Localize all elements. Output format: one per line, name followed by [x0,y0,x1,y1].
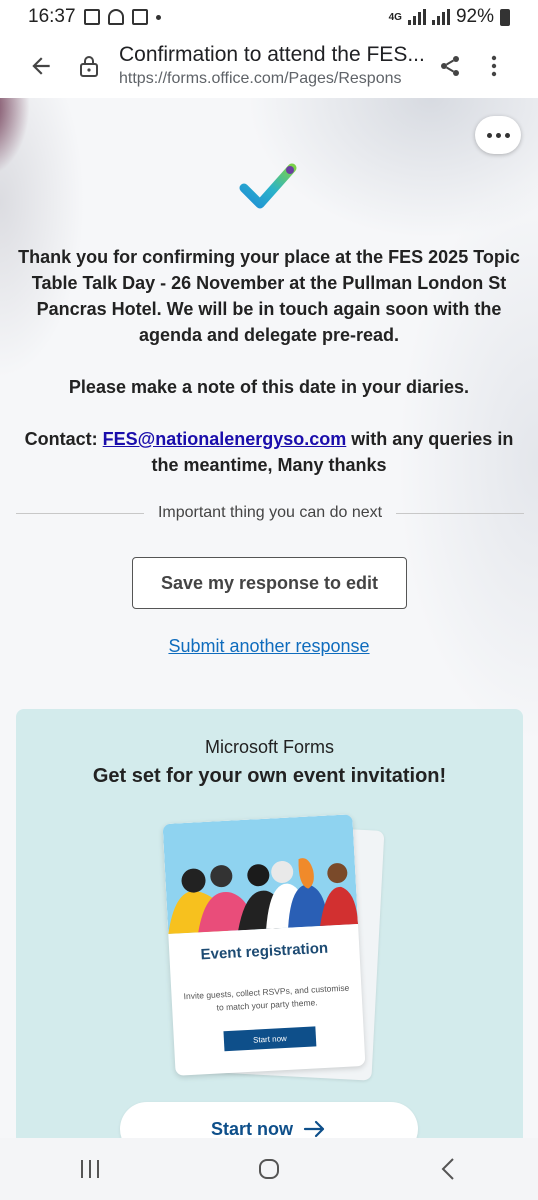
contact-email-link[interactable]: FES@nationalenergyso.com [103,429,347,449]
people-illustration-icon [162,814,359,934]
forms-promo-card: Microsoft Forms Get set for your own eve… [16,709,523,1138]
form-more-options-button[interactable] [475,116,521,154]
site-info-button[interactable] [69,42,109,90]
signal-icon [407,9,426,25]
status-left: 16:37 [28,6,161,28]
back-button[interactable] [17,42,65,90]
network-type: 4G [388,11,402,23]
card-title: Event registration [200,939,329,964]
save-response-button[interactable]: Save my response to edit [132,557,407,609]
submit-another-link[interactable]: Submit another response [168,636,369,656]
recents-button[interactable] [60,1144,120,1194]
contact-text: Contact: FES@nationalenergyso.com with a… [0,426,538,478]
card-start-now-button[interactable]: Start now [223,1026,317,1052]
system-navigation-bar [0,1138,538,1200]
status-bar: 16:37 4G 92% [0,0,538,34]
weather-notification-icon [107,9,124,25]
battery-percent: 92% [455,6,494,27]
divider-line [396,512,525,514]
browser-menu-button[interactable] [474,42,514,90]
next-steps-divider: Important thing you can do next [16,504,525,522]
share-icon [441,56,459,76]
more-horiz-icon-dot [504,132,510,138]
home-button[interactable] [239,1144,299,1194]
card-description: Invite guests, collect RSVPs, and custom… [183,982,350,1013]
calendar-notification-icon [131,9,148,25]
system-back-button[interactable] [418,1144,478,1194]
more-vert-icon [491,55,497,77]
status-time: 16:37 [28,6,76,27]
more-horiz-icon-dot [495,132,501,138]
start-now-button[interactable]: Start now [120,1102,418,1138]
browser-app-bar: Confirmation to attend the FES... https:… [0,34,538,98]
background-decoration [0,98,30,178]
submit-another-response-link: Submit another response [0,636,538,657]
divider-line [16,512,144,514]
more-horiz-icon-dot [486,132,492,138]
page-url: https://forms.office.com/Pages/Respons [119,70,402,87]
contact-prefix: Contact: [24,429,103,449]
battery-icon [500,8,510,26]
status-right: 4G 92% [389,6,510,28]
promo-brand: Microsoft Forms [204,737,334,757]
confirmation-message: Thank you for confirming your place at t… [0,244,538,478]
home-icon [258,1159,279,1179]
start-now-label: Start now [210,1118,293,1139]
arrow-right-icon [303,1120,325,1138]
back-nav-icon [441,1158,455,1180]
page-title: Confirmation to attend the FES... [119,43,425,66]
signal-icon-2 [431,9,450,25]
more-notifications-dot-icon [155,14,161,20]
event-registration-template-card[interactable]: Event registration Invite guests, collec… [162,814,366,1076]
recents-icon [80,1160,99,1178]
page-content: Thank you for confirming your place at t… [0,98,538,1138]
confirmation-text: Thank you for confirming your place at t… [18,247,520,345]
divider-label: Important thing you can do next [157,504,383,521]
gallery-notification-icon [83,9,100,25]
forms-check-icon [239,163,297,209]
share-button[interactable] [428,42,472,90]
title-block[interactable]: Confirmation to attend the FES... https:… [119,42,429,90]
lock-icon [80,56,98,77]
diary-note-text: Please make a note of this date in your … [68,377,470,397]
back-arrow-icon [32,57,50,75]
promo-title: Get set for your own event invitation! [92,765,447,787]
